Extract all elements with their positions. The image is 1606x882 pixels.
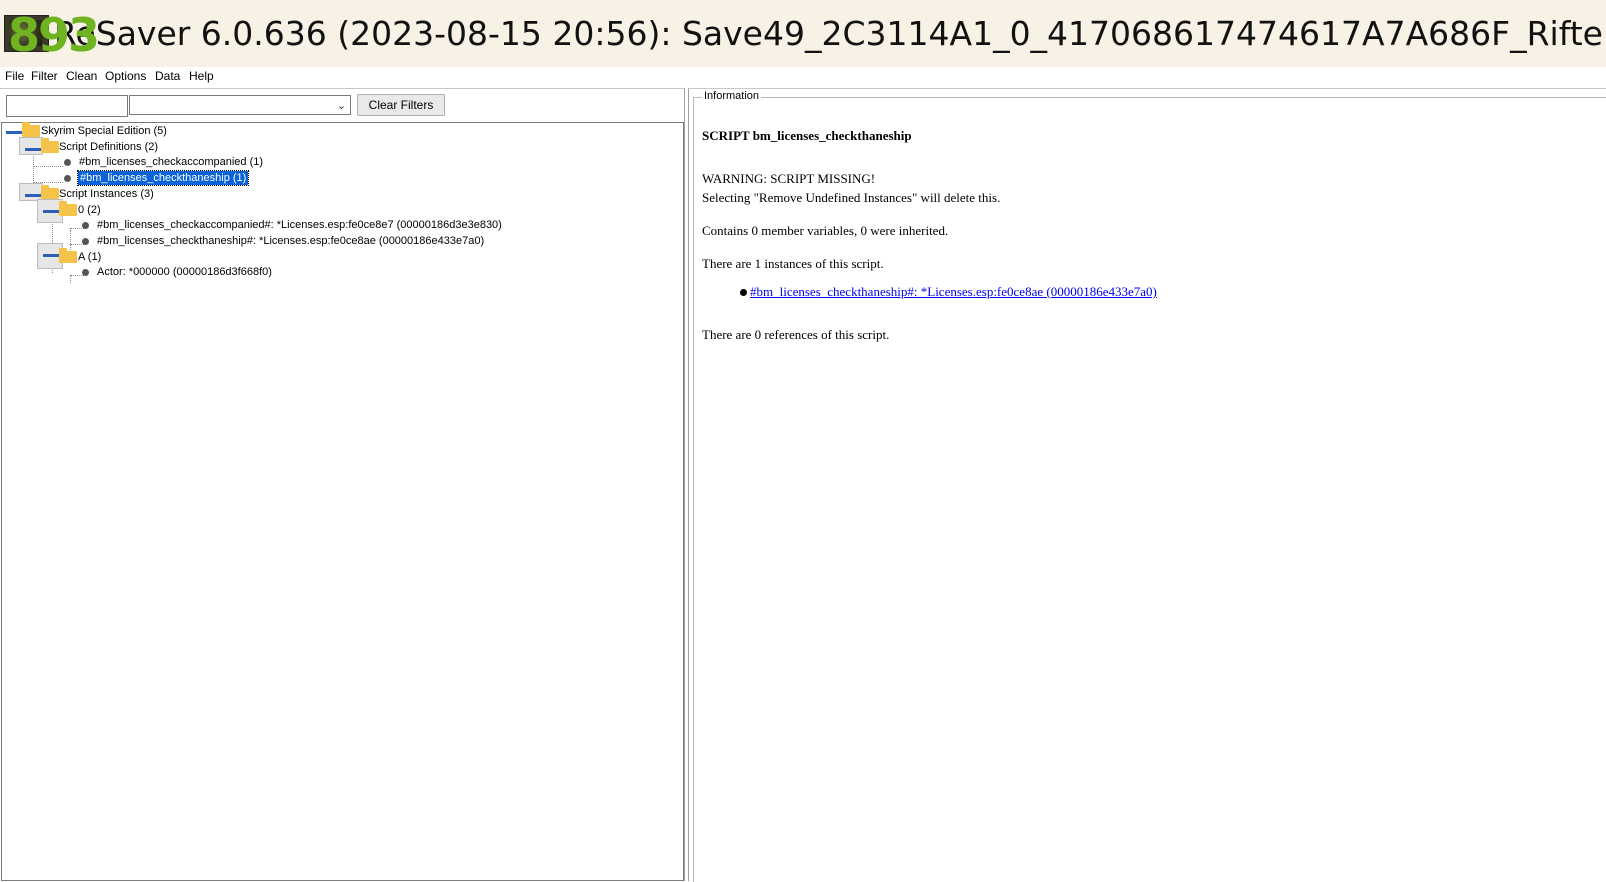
tree-group-a[interactable]: A (1) (78, 250, 101, 264)
members-text: Contains 0 member variables, 0 were inhe… (702, 223, 949, 238)
collapse-toggle-root[interactable] (1, 121, 22, 135)
information-panel: Information SCRIPT bm_licenses_checkthan… (688, 88, 1606, 882)
folder-icon (41, 138, 59, 153)
menu-data[interactable]: Data (155, 69, 180, 83)
folder-icon (59, 201, 77, 216)
instances-text: There are 1 instances of this script. (702, 256, 884, 271)
menu-bar: File Filter Clean Options Data Help (0, 67, 1606, 86)
overlay-number: 893 (8, 8, 100, 62)
window-title: ReSaver 6.0.636 (2023-08-15 20:56): Save… (54, 14, 1606, 53)
hint-text: Selecting "Remove Undefined Instances" w… (702, 190, 1001, 205)
tree-definition-item[interactable]: #bm_licenses_checkaccompanied (1) (79, 155, 263, 169)
script-icon (64, 159, 71, 166)
tree-instance-item[interactable]: #bm_licenses_checkaccompanied#: *License… (97, 218, 502, 232)
menu-clean[interactable]: Clean (66, 69, 97, 83)
references-text: There are 0 references of this script. (702, 327, 890, 342)
clear-filters-button[interactable]: Clear Filters (357, 94, 445, 116)
tree-group-0[interactable]: 0 (2) (78, 203, 101, 217)
script-icon (82, 238, 89, 245)
menu-help[interactable]: Help (189, 69, 214, 83)
tree-script-instances[interactable]: Script Instances (3) (59, 187, 154, 201)
tree-actor-item[interactable]: Actor: *000000 (00000186d3f668f0) (97, 265, 272, 279)
left-panel: ⌄ Clear Filters Skyrim Special Edition (… (0, 88, 685, 881)
menu-filter[interactable]: Filter (31, 69, 58, 83)
filter-combo[interactable]: ⌄ (129, 95, 351, 115)
menu-options[interactable]: Options (105, 69, 146, 83)
folder-icon (59, 248, 77, 263)
tree-script-definitions[interactable]: Script Definitions (2) (59, 140, 158, 154)
tree-instance-item[interactable]: #bm_licenses_checkthaneship#: *Licenses.… (97, 234, 484, 248)
information-group: Information SCRIPT bm_licenses_checkthan… (693, 90, 1606, 882)
save-tree: Skyrim Special Edition (5) Script Defini… (1, 122, 684, 881)
title-bar: ReSaver 6.0.636 (2023-08-15 20:56): Save… (0, 0, 1606, 67)
tree-definition-item-selected[interactable]: #bm_licenses_checkthaneship (1) (76, 170, 250, 186)
tree-root[interactable]: Skyrim Special Edition (5) (41, 124, 167, 138)
menu-file[interactable]: File (5, 69, 24, 83)
collapse-toggle-definitions[interactable] (19, 137, 43, 155)
script-icon (82, 222, 89, 229)
chevron-down-icon: ⌄ (336, 99, 346, 112)
instance-link[interactable]: #bm_licenses_checkthaneship#: *Licenses.… (750, 284, 1157, 299)
folder-icon (22, 122, 40, 137)
warning-text: WARNING: SCRIPT MISSING! (702, 171, 876, 186)
script-icon (64, 175, 71, 182)
information-label: Information (702, 90, 762, 102)
script-icon (82, 269, 89, 276)
filter-text-input[interactable] (6, 95, 128, 117)
script-heading: SCRIPT bm_licenses_checkthaneship (702, 128, 912, 143)
bullet-icon (740, 289, 747, 296)
